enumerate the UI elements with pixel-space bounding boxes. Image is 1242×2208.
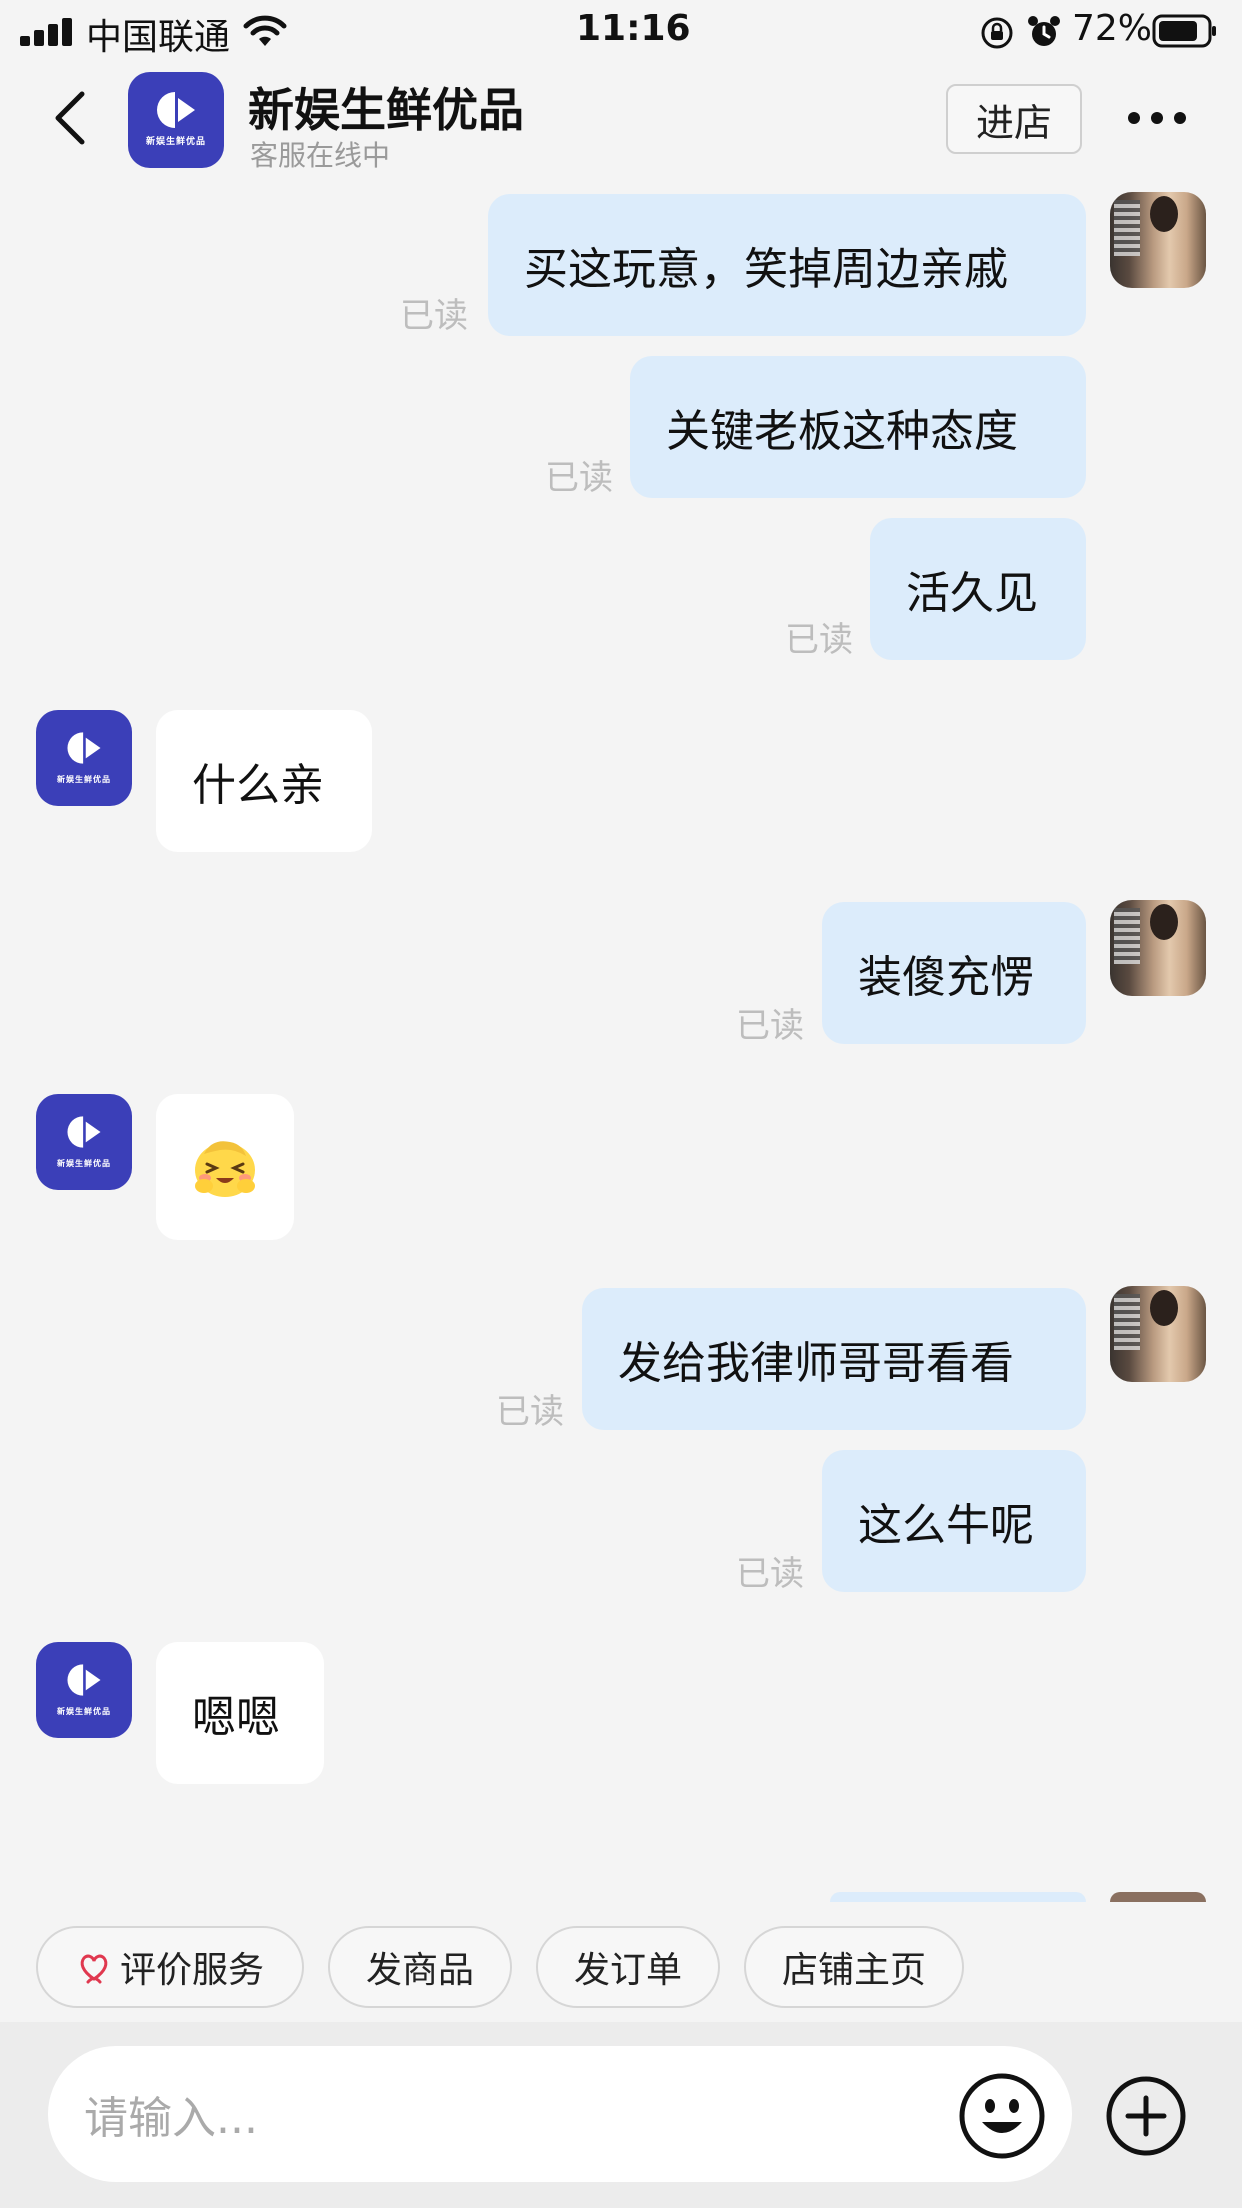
clock-time: 11:16: [576, 8, 691, 49]
shop-avatar-text: 新娱生鲜优品: [57, 1158, 111, 1168]
battery-icon: [1152, 14, 1216, 48]
alarm-clock-icon: [1028, 16, 1060, 46]
enter-store-button[interactable]: 进店: [946, 84, 1082, 154]
my-message-bubble[interactable]: 活久见: [870, 518, 1086, 660]
send-order-chip[interactable]: 发订单: [536, 1926, 720, 2008]
read-receipt: 已读: [736, 1006, 804, 1046]
shop-logo-mark-icon: [67, 1664, 101, 1697]
shop-avatar[interactable]: 新娱生鲜优品: [36, 1094, 132, 1190]
my-avatar[interactable]: [1110, 192, 1206, 288]
cellular-signal-icon: [20, 18, 76, 46]
my-message-bubble[interactable]: 买这玩意，笑掉周边亲戚: [488, 194, 1086, 336]
shop-message-bubble[interactable]: 什么亲: [156, 710, 372, 852]
read-receipt: 已读: [785, 620, 853, 660]
send-product-label: 发商品: [365, 1950, 474, 1991]
emoji-button-icon[interactable]: [958, 2072, 1046, 2160]
my-message-bubble[interactable]: 装傻充愣: [822, 902, 1086, 1044]
rate-service-chip[interactable]: 评价服务: [36, 1926, 304, 2008]
rate-service-label: 评价服务: [119, 1950, 264, 1991]
shop-avatar-text: 新娱生鲜优品: [57, 1706, 111, 1716]
rotation-lock-icon: [981, 17, 1013, 49]
shop-logo-mark-icon: [67, 1116, 101, 1149]
add-attachment-icon[interactable]: [1104, 2074, 1188, 2158]
send-product-chip[interactable]: 发商品: [328, 1926, 512, 2008]
shop-logo-text: 新娱生鲜优品: [145, 136, 206, 147]
battery-percent: 72%: [1072, 8, 1153, 49]
shop-avatar-text: 新娱生鲜优品: [57, 774, 111, 784]
shop-logo-mark-icon: [67, 732, 101, 765]
my-avatar[interactable]: [1110, 900, 1206, 996]
service-status: 客服在线中: [250, 139, 391, 172]
back-arrow-icon[interactable]: [48, 88, 92, 148]
shop-avatar[interactable]: 新娱生鲜优品: [36, 1642, 132, 1738]
wifi-icon: [243, 15, 287, 46]
read-receipt: 已读: [736, 1554, 804, 1594]
store-homepage-chip[interactable]: 店铺主页: [744, 1926, 964, 2008]
message-input[interactable]: 请输入...: [48, 2046, 1072, 2182]
heart-hands-icon: [80, 1954, 108, 1984]
more-options-icon[interactable]: [1128, 112, 1186, 126]
my-message-bubble[interactable]: 关键老板这种态度: [630, 356, 1086, 498]
shop-message-bubble[interactable]: 嗯嗯: [156, 1642, 324, 1784]
my-message-bubble[interactable]: 发给我律师哥哥看看: [582, 1288, 1086, 1430]
my-avatar[interactable]: [1110, 1286, 1206, 1382]
carrier-name: 中国联通: [86, 17, 231, 58]
shop-name: 新娱生鲜优品: [248, 83, 524, 137]
message-input-placeholder: 请输入...: [84, 2093, 258, 2144]
read-receipt: 已读: [400, 296, 468, 336]
partial-message-bubble: [830, 1892, 1086, 1902]
my-message-bubble[interactable]: 这么牛呢: [822, 1450, 1086, 1592]
partial-avatar: [1110, 1892, 1206, 1902]
shop-logo[interactable]: 新娱生鲜优品: [128, 72, 224, 168]
shy-smile-emoji-icon: [195, 1141, 255, 1197]
read-receipt: 已读: [545, 458, 613, 498]
shop-message-bubble[interactable]: [156, 1094, 294, 1240]
send-order-label: 发订单: [573, 1950, 682, 1991]
store-homepage-label: 店铺主页: [781, 1950, 926, 1991]
shop-avatar[interactable]: 新娱生鲜优品: [36, 710, 132, 806]
read-receipt: 已读: [496, 1392, 564, 1432]
shop-logo-mark-icon: [157, 92, 195, 129]
